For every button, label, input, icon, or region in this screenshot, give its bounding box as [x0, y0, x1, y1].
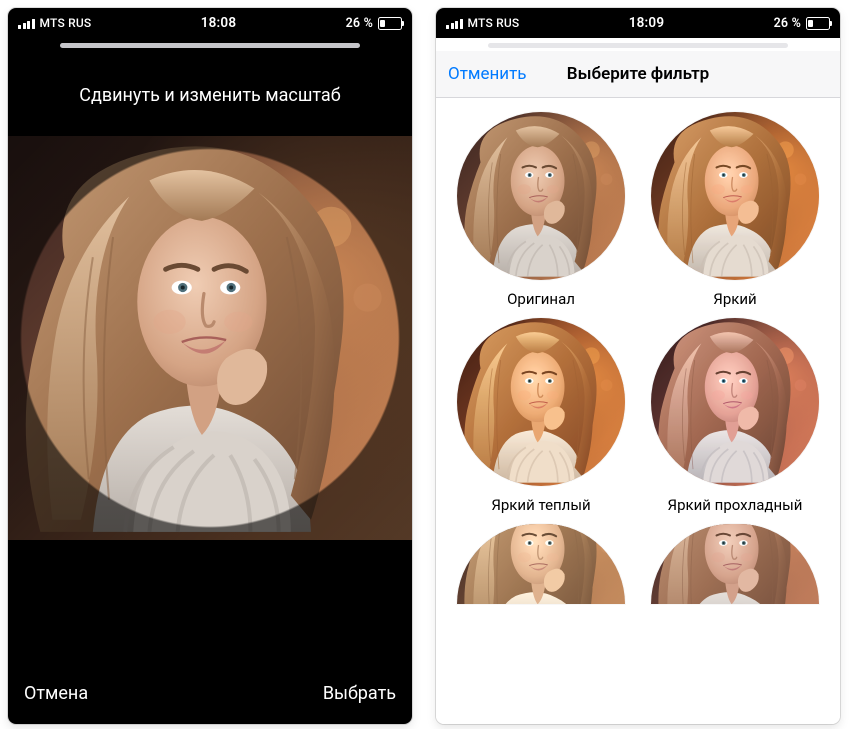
filter-item[interactable]	[644, 524, 826, 604]
battery-icon	[378, 17, 402, 30]
filter-vivid[interactable]: Яркий	[644, 112, 826, 308]
battery-icon	[806, 17, 830, 30]
filter-label: Оригинал	[507, 290, 575, 308]
cellular-signal-icon	[18, 18, 35, 29]
filter-item[interactable]	[450, 524, 632, 604]
page-title: Выберите фильтр	[567, 64, 709, 84]
battery-percent: 26 %	[774, 16, 801, 31]
carrier-label: MTS RUS	[468, 16, 520, 30]
filters-grid[interactable]: Оригинал Яркий Яркий теплый Яркий прохла…	[436, 98, 840, 724]
clock: 18:08	[91, 15, 345, 31]
filter-vivid-warm[interactable]: Яркий теплый	[450, 318, 632, 514]
filter-label: Яркий теплый	[491, 496, 590, 514]
photo[interactable]	[8, 136, 412, 540]
choose-button[interactable]: Выбрать	[321, 677, 398, 710]
phone-filter-screen: MTS RUS 18:09 26 % Отменить Выберите фил…	[436, 8, 840, 724]
battery-percent: 26 %	[346, 16, 373, 31]
filter-label: Яркий прохладный	[668, 496, 803, 514]
filter-vivid-cool[interactable]: Яркий прохладный	[644, 318, 826, 514]
sheet-grabber[interactable]	[436, 38, 840, 51]
status-bar: MTS RUS 18:09 26 %	[436, 8, 840, 38]
clock: 18:09	[519, 15, 773, 31]
cellular-signal-icon	[446, 18, 463, 29]
sheet-grabber[interactable]	[8, 38, 412, 51]
phone-crop-screen: MTS RUS 18:08 26 % Сдвинуть и изменить м…	[8, 8, 412, 724]
cancel-button[interactable]: Отмена	[22, 677, 90, 710]
cancel-button[interactable]: Отменить	[448, 64, 527, 84]
carrier-label: MTS RUS	[40, 16, 92, 30]
crop-instruction: Сдвинуть и изменить масштаб	[8, 51, 412, 136]
status-bar: MTS RUS 18:08 26 %	[8, 8, 412, 38]
filter-original[interactable]: Оригинал	[450, 112, 632, 308]
filter-label: Яркий	[713, 290, 756, 308]
filters-header: Отменить Выберите фильтр	[436, 51, 840, 98]
crop-canvas[interactable]	[8, 136, 412, 540]
